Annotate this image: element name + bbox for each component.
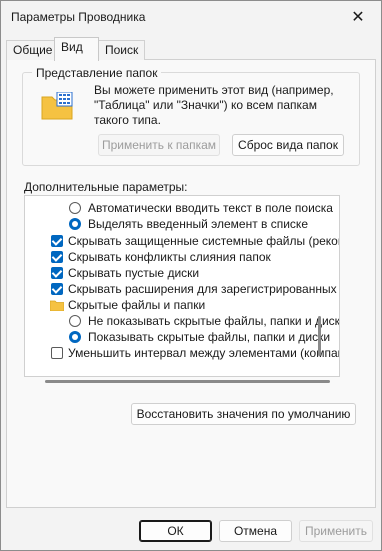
folder-views-title: Представление папок [32,66,162,80]
option-label: Скрывать конфликты слияния папок [68,250,271,264]
folder-icon [50,300,64,311]
radio-button[interactable] [69,218,81,230]
title-bar: Параметры Проводника ✕ [1,1,381,33]
option-label: Скрывать расширения для зарегистрированн… [68,282,340,296]
folder-views-description: Вы можете применить этот вид (например, … [94,83,334,127]
checkbox[interactable] [51,347,63,359]
apply-button[interactable]: Применить [299,520,373,542]
radio-button[interactable] [69,331,81,343]
radio-button[interactable] [69,315,81,327]
option-label: Уменьшить интервал между элементами (ком… [68,346,340,360]
group-label: Скрытые файлы и папки [68,298,206,312]
cancel-button[interactable]: Отмена [219,520,292,542]
reset-folders-button[interactable]: Сброс вида папок [232,134,344,156]
option-label: Не показывать скрытые файлы, папки и дис… [88,314,340,328]
option-label: Скрывать защищенные системные файлы (рек… [68,234,340,248]
advanced-settings-list[interactable]: Автоматически вводить текст в поле поиск… [24,195,340,377]
window-title: Параметры Проводника [11,10,146,24]
ok-button[interactable]: ОК [139,520,212,542]
radio-button[interactable] [69,202,81,214]
horizontal-scrollbar[interactable] [45,380,330,383]
vertical-scrollbar[interactable] [318,316,321,356]
option-label: Скрывать пустые диски [68,266,200,280]
tab-view[interactable]: Вид [54,37,99,61]
checkbox[interactable] [51,283,63,295]
apply-to-folders-button[interactable]: Применить к папкам [98,134,220,156]
checkbox[interactable] [51,267,63,279]
tab-general[interactable]: Общие [6,40,60,60]
advanced-settings-label: Дополнительные параметры: [24,180,188,194]
checkbox[interactable] [51,235,63,247]
option-label: Выделять введенный элемент в списке [88,217,308,231]
close-icon[interactable]: ✕ [335,1,381,33]
checkbox[interactable] [51,251,63,263]
option-label: Показывать скрытые файлы, папки и диски [88,330,331,344]
restore-defaults-button[interactable]: Восстановить значения по умолчанию [131,403,356,425]
tab-search[interactable]: Поиск [98,40,146,60]
option-label: Автоматически вводить текст в поле поиск… [88,201,333,215]
folder-grid-icon [41,92,73,120]
